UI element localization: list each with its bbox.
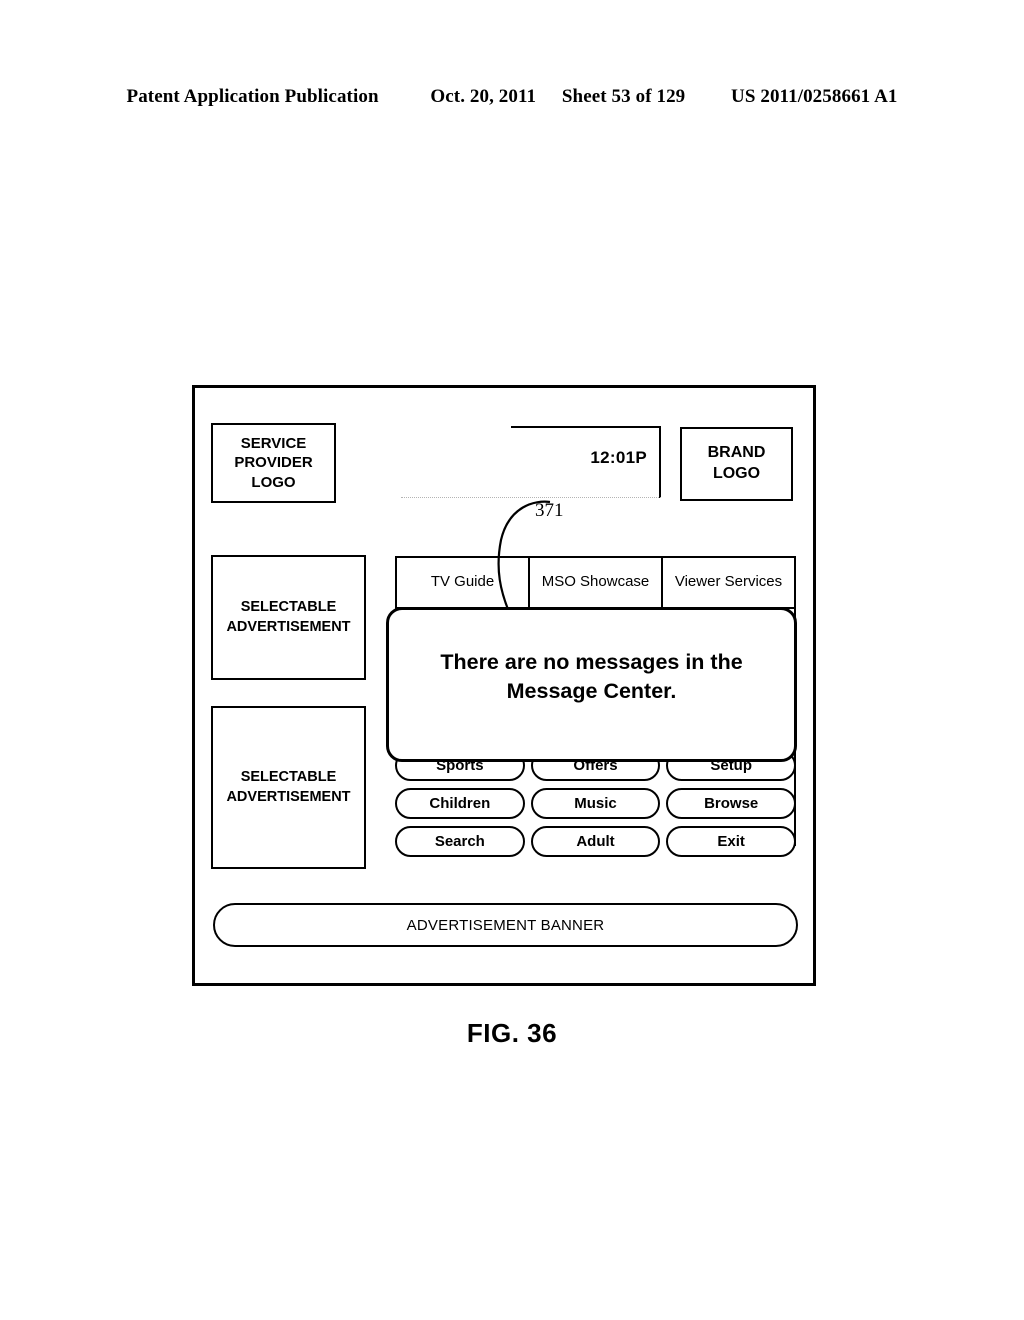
advertisement-banner-label: ADVERTISEMENT BANNER [406, 916, 605, 934]
tab-tv-guide[interactable]: TV Guide [397, 558, 530, 607]
button-children-label: Children [429, 795, 491, 812]
button-adult-label: Adult [576, 833, 615, 850]
button-search-label: Search [434, 833, 485, 850]
selectable-advertisement-1[interactable]: SELECTABLE ADVERTISEMENT [211, 555, 366, 680]
publication-date: Oct. 20, 2011 [430, 86, 537, 107]
selectable-advertisement-2-label: SELECTABLE ADVERTISEMENT [226, 768, 351, 805]
clock-panel-right-rule [659, 426, 661, 498]
clock-time: 12:01P [590, 448, 647, 467]
tab-viewer-services-label: Viewer Services [674, 573, 783, 591]
message-center-dialog-text: There are no messages in the Message Cen… [440, 650, 743, 703]
selectable-advertisement-1-label: SELECTABLE ADVERTISEMENT [226, 598, 351, 635]
button-exit-label: Exit [717, 833, 745, 850]
selectable-advertisement-2[interactable]: SELECTABLE ADVERTISEMENT [211, 706, 366, 869]
publication-label: Patent Application Publication [126, 86, 379, 107]
service-provider-logo: SERVICE PROVIDER LOGO [211, 423, 336, 503]
button-exit[interactable]: Exit [666, 826, 797, 857]
message-center-dialog: There are no messages in the Message Cen… [386, 607, 797, 762]
tab-mso-showcase[interactable]: MSO Showcase [530, 558, 663, 607]
tab-viewer-services[interactable]: Viewer Services [663, 558, 794, 607]
button-browse[interactable]: Browse [666, 788, 797, 819]
button-music[interactable]: Music [530, 788, 661, 819]
brand-logo: BRAND LOGO [680, 427, 793, 501]
service-provider-logo-label: SERVICE PROVIDER LOGO [234, 434, 313, 491]
button-browse-label: Browse [704, 795, 759, 812]
advertisement-banner[interactable]: ADVERTISEMENT BANNER [213, 903, 798, 947]
reference-numeral-371: 371 [535, 500, 564, 521]
menu-button-row-3: Search Adult Exit [395, 826, 797, 857]
figure-caption: FIG. 36 [466, 1018, 558, 1048]
menu-button-grid: Sports Offers Setup Children Music Brows… [395, 750, 797, 864]
clock-panel-top-rule [511, 426, 661, 428]
menu-tab-strip: TV Guide MSO Showcase Viewer Services [395, 556, 796, 609]
button-search[interactable]: Search [395, 826, 525, 857]
button-children[interactable]: Children [395, 788, 525, 819]
button-adult[interactable]: Adult [530, 826, 661, 857]
sheet-number: Sheet 53 of 129 [561, 86, 686, 107]
brand-logo-label: BRAND LOGO [707, 444, 766, 482]
tv-screen-frame: SERVICE PROVIDER LOGO 12:01P BRAND LOGO … [192, 385, 816, 986]
button-music-label: Music [574, 795, 617, 812]
tab-tv-guide-label: TV Guide [430, 573, 495, 591]
menu-button-row-2: Children Music Browse [395, 788, 797, 819]
tab-mso-showcase-label: MSO Showcase [541, 573, 650, 591]
clock-panel: 12:01P [401, 426, 661, 498]
patent-number: US 2011/0258661 A1 [731, 86, 898, 107]
patent-page-header: Patent Application Publication Oct. 20, … [0, 86, 1024, 108]
